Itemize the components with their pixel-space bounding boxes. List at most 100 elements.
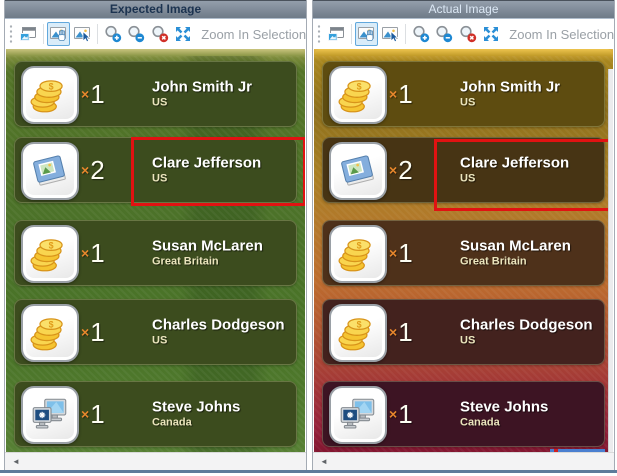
count-badge: × 1	[81, 382, 105, 446]
person-icon-tile: $	[329, 225, 387, 283]
coins-icon: $	[337, 74, 379, 116]
svg-text:$: $	[357, 241, 362, 251]
person-info: Susan McLaren Great Britain	[460, 238, 571, 269]
toolbar-separator	[350, 24, 352, 44]
horizontal-scrollbar[interactable]: ◄	[5, 452, 306, 470]
person-name: John Smith Jr	[460, 78, 561, 96]
actual-image-view[interactable]: $ × 1 John Smith Jr US × 2 Clare Jefferson US $ × 1…	[314, 49, 613, 452]
count-badge: × 1	[81, 300, 105, 364]
toolbar-grip[interactable]	[9, 24, 13, 44]
person-row: $ × 1 John Smith Jr US	[14, 61, 297, 127]
photo-album-icon	[337, 150, 379, 192]
zoom-reset-button[interactable]	[148, 22, 172, 46]
networked-computers-icon	[337, 394, 379, 436]
person-list: $ × 1 John Smith Jr US × 2 Clare Jefferson US $ × 1…	[314, 49, 613, 452]
zoom-in-button[interactable]	[101, 22, 125, 46]
person-info: Charles Dodgeson US	[152, 317, 285, 348]
count-value: 1	[90, 316, 105, 347]
scroll-left-arrow-icon[interactable]: ◄	[320, 457, 328, 466]
zoom-out-button[interactable]	[432, 22, 456, 46]
count-multiplier-sign: ×	[81, 406, 90, 422]
count-badge: × 1	[389, 300, 413, 364]
person-icon-tile	[329, 386, 387, 444]
count-badge: × 2	[81, 138, 105, 202]
person-country: US	[460, 334, 476, 347]
count-badge: × 1	[81, 221, 105, 285]
zoom-reset-button[interactable]	[456, 22, 480, 46]
coins-icon: $	[337, 312, 379, 354]
person-country: US	[152, 96, 168, 109]
person-name: Charles Dodgeson	[152, 316, 285, 334]
zoom-fit-button[interactable]	[172, 22, 196, 46]
person-country: US	[460, 172, 476, 185]
photo-album-icon	[29, 150, 71, 192]
count-multiplier-sign: ×	[389, 245, 398, 261]
actual-panel-header: Actual Image	[313, 0, 614, 19]
person-country: Great Britain	[460, 255, 527, 268]
expected-image-panel: Expected Image Zoom In Selection $ × 1 John…	[4, 0, 307, 470]
person-info: John Smith Jr US	[152, 79, 252, 110]
window-bottom-border	[0, 470, 617, 473]
scroll-left-arrow-icon[interactable]: ◄	[12, 457, 20, 466]
count-multiplier-sign: ×	[389, 324, 398, 340]
person-row: × 1 Steve Johns Canada	[322, 381, 605, 447]
person-row: × 2 Clare Jefferson US	[322, 137, 605, 203]
pan-mode-button[interactable]	[354, 22, 379, 46]
zoom-out-button[interactable]	[124, 22, 148, 46]
diff-marker	[554, 449, 558, 452]
horizontal-scrollbar[interactable]: ◄	[313, 452, 614, 470]
person-icon-tile	[21, 386, 79, 444]
person-icon-tile	[329, 142, 387, 200]
count-value: 1	[398, 316, 413, 347]
svg-text:$: $	[357, 320, 362, 330]
person-list: $ × 1 John Smith Jr US × 2 Clare Jefferson US $ × 1…	[6, 49, 305, 452]
coins-icon: $	[29, 312, 71, 354]
zoom-fit-button[interactable]	[480, 22, 504, 46]
person-info: Steve Johns Canada	[152, 399, 240, 430]
count-value: 1	[90, 398, 105, 429]
count-value: 1	[398, 398, 413, 429]
image-bottom-edge	[550, 449, 605, 452]
count-badge: × 1	[389, 62, 413, 126]
toolbar-separator	[404, 24, 406, 44]
count-multiplier-sign: ×	[389, 86, 398, 102]
count-value: 1	[398, 237, 413, 268]
person-country: US	[152, 334, 168, 347]
count-multiplier-sign: ×	[81, 245, 90, 261]
expected-image-view[interactable]: $ × 1 John Smith Jr US × 2 Clare Jefferson US $ × 1…	[6, 49, 305, 452]
vertical-scrollbar[interactable]	[608, 69, 613, 452]
person-icon-tile: $	[21, 304, 79, 362]
selection-mode-button[interactable]	[70, 22, 94, 46]
selection-mode-button[interactable]	[378, 22, 402, 46]
pan-mode-button[interactable]	[46, 22, 71, 46]
toolbar-grip[interactable]	[317, 24, 321, 44]
count-multiplier-sign: ×	[389, 406, 398, 422]
actual-image-panel: Actual Image Zoom In Selection $ × 1 John S…	[312, 0, 615, 470]
person-row: × 1 Steve Johns Canada	[14, 381, 297, 447]
person-info: John Smith Jr US	[460, 79, 560, 110]
count-multiplier-sign: ×	[81, 86, 90, 102]
open-image-in-window-button[interactable]	[16, 22, 40, 46]
image-comparison-window: Expected Image Zoom In Selection $ × 1 John…	[0, 0, 617, 476]
open-image-in-window-button[interactable]	[324, 22, 348, 46]
coins-icon: $	[337, 233, 379, 275]
count-value: 2	[90, 154, 105, 185]
panel-title: Actual Image	[428, 2, 499, 16]
zoom-in-button[interactable]	[409, 22, 433, 46]
panel-title: Expected Image	[109, 2, 202, 16]
person-info: Susan McLaren Great Britain	[152, 238, 263, 269]
count-badge: × 1	[81, 62, 105, 126]
svg-text:$: $	[49, 82, 54, 92]
count-badge: × 2	[389, 138, 413, 202]
person-icon-tile: $	[21, 66, 79, 124]
person-row: $ × 1 John Smith Jr US	[322, 61, 605, 127]
svg-text:$: $	[49, 241, 54, 251]
person-name: John Smith Jr	[152, 78, 253, 96]
person-country: Canada	[152, 416, 192, 429]
person-row: $ × 1 Susan McLaren Great Britain	[322, 220, 605, 286]
svg-text:$: $	[357, 82, 362, 92]
coins-icon: $	[29, 233, 71, 275]
person-info: Charles Dodgeson US	[460, 317, 593, 348]
person-name: Clare Jefferson	[152, 154, 262, 172]
person-name: Steve Johns	[460, 398, 549, 416]
